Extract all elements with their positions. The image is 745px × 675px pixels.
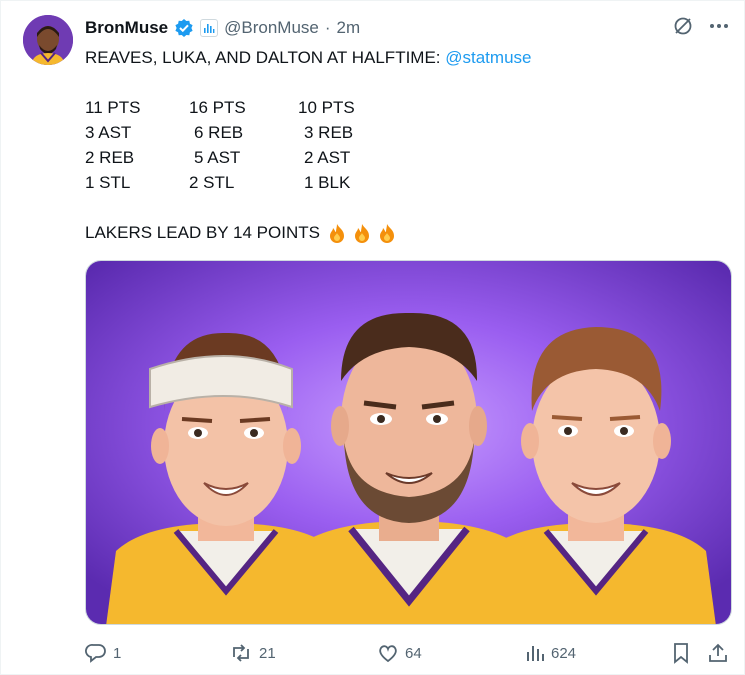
reply-icon [85, 642, 107, 664]
stat-line: 2 STL [189, 173, 235, 192]
stat-line: 6 REB [194, 123, 244, 142]
bookmark-button[interactable] [671, 639, 691, 667]
views-count: 624 [551, 644, 577, 662]
top-right-actions [672, 15, 730, 37]
bookmark-icon [671, 642, 691, 664]
like-count: 64 [405, 644, 422, 662]
grok-icon[interactable] [672, 15, 694, 37]
stats-column-reaves: 11 PTS 3 AST 2 REB 1 STL [85, 95, 140, 195]
stat-line: 1 BLK [304, 173, 351, 192]
views-icon [525, 642, 545, 664]
stat-line: 1 STL [85, 173, 131, 192]
fire-emoji [351, 222, 373, 244]
stat-line: 2 AST [304, 148, 351, 167]
heart-icon [377, 642, 399, 664]
tweet-media-image[interactable] [85, 260, 732, 625]
stats-column-luka: 16 PTS 6 REB 5 AST 2 STL [189, 95, 246, 195]
like-button[interactable]: 64 [377, 639, 422, 667]
statmuse-affiliate-icon[interactable] [200, 19, 219, 37]
reply-button[interactable]: 1 [85, 639, 121, 667]
timestamp[interactable]: 2m [337, 18, 361, 38]
stat-line: 2 REB [85, 148, 135, 167]
handle[interactable]: @BronMuse [224, 18, 319, 38]
lead-line: LAKERS LEAD BY 14 POINTS [85, 220, 398, 245]
views-button[interactable]: 624 [525, 639, 576, 667]
tweet-headline: REAVES, LUKA, AND DALTON AT HALFTIME: @s… [85, 45, 531, 70]
tweet-action-bar: 1 21 64 624 [85, 639, 733, 667]
stat-line: 5 AST [194, 148, 241, 167]
repost-button[interactable]: 21 [229, 639, 276, 667]
fire-emoji [376, 222, 398, 244]
stat-line: 10 PTS [298, 98, 355, 117]
headline-text: REAVES, LUKA, AND DALTON AT HALFTIME: [85, 48, 446, 67]
mention-link[interactable]: @statmuse [445, 48, 531, 67]
verified-badge-icon [174, 18, 194, 38]
reply-count: 1 [113, 644, 122, 662]
avatar[interactable] [23, 15, 73, 65]
lead-text: LAKERS LEAD BY 14 POINTS [85, 223, 320, 242]
more-options-icon[interactable] [708, 15, 730, 37]
share-icon [707, 642, 729, 664]
stat-line: 16 PTS [189, 98, 246, 117]
stats-column-dalton: 10 PTS 3 REB 2 AST 1 BLK [298, 95, 355, 195]
share-button[interactable] [707, 639, 729, 667]
repost-icon [229, 642, 253, 664]
repost-count: 21 [259, 644, 276, 662]
stat-line: 3 AST [85, 123, 132, 142]
stat-line: 11 PTS [85, 98, 141, 117]
separator-dot: · [324, 18, 331, 37]
tweet-header: BronMuse @BronMuse · 2m [85, 17, 360, 39]
display-name[interactable]: BronMuse [85, 18, 168, 38]
fire-emoji [326, 222, 348, 244]
tweet-card[interactable]: BronMuse @BronMuse · 2m REAVES, LUKA, AN… [0, 0, 745, 675]
stat-line: 3 REB [304, 123, 354, 142]
